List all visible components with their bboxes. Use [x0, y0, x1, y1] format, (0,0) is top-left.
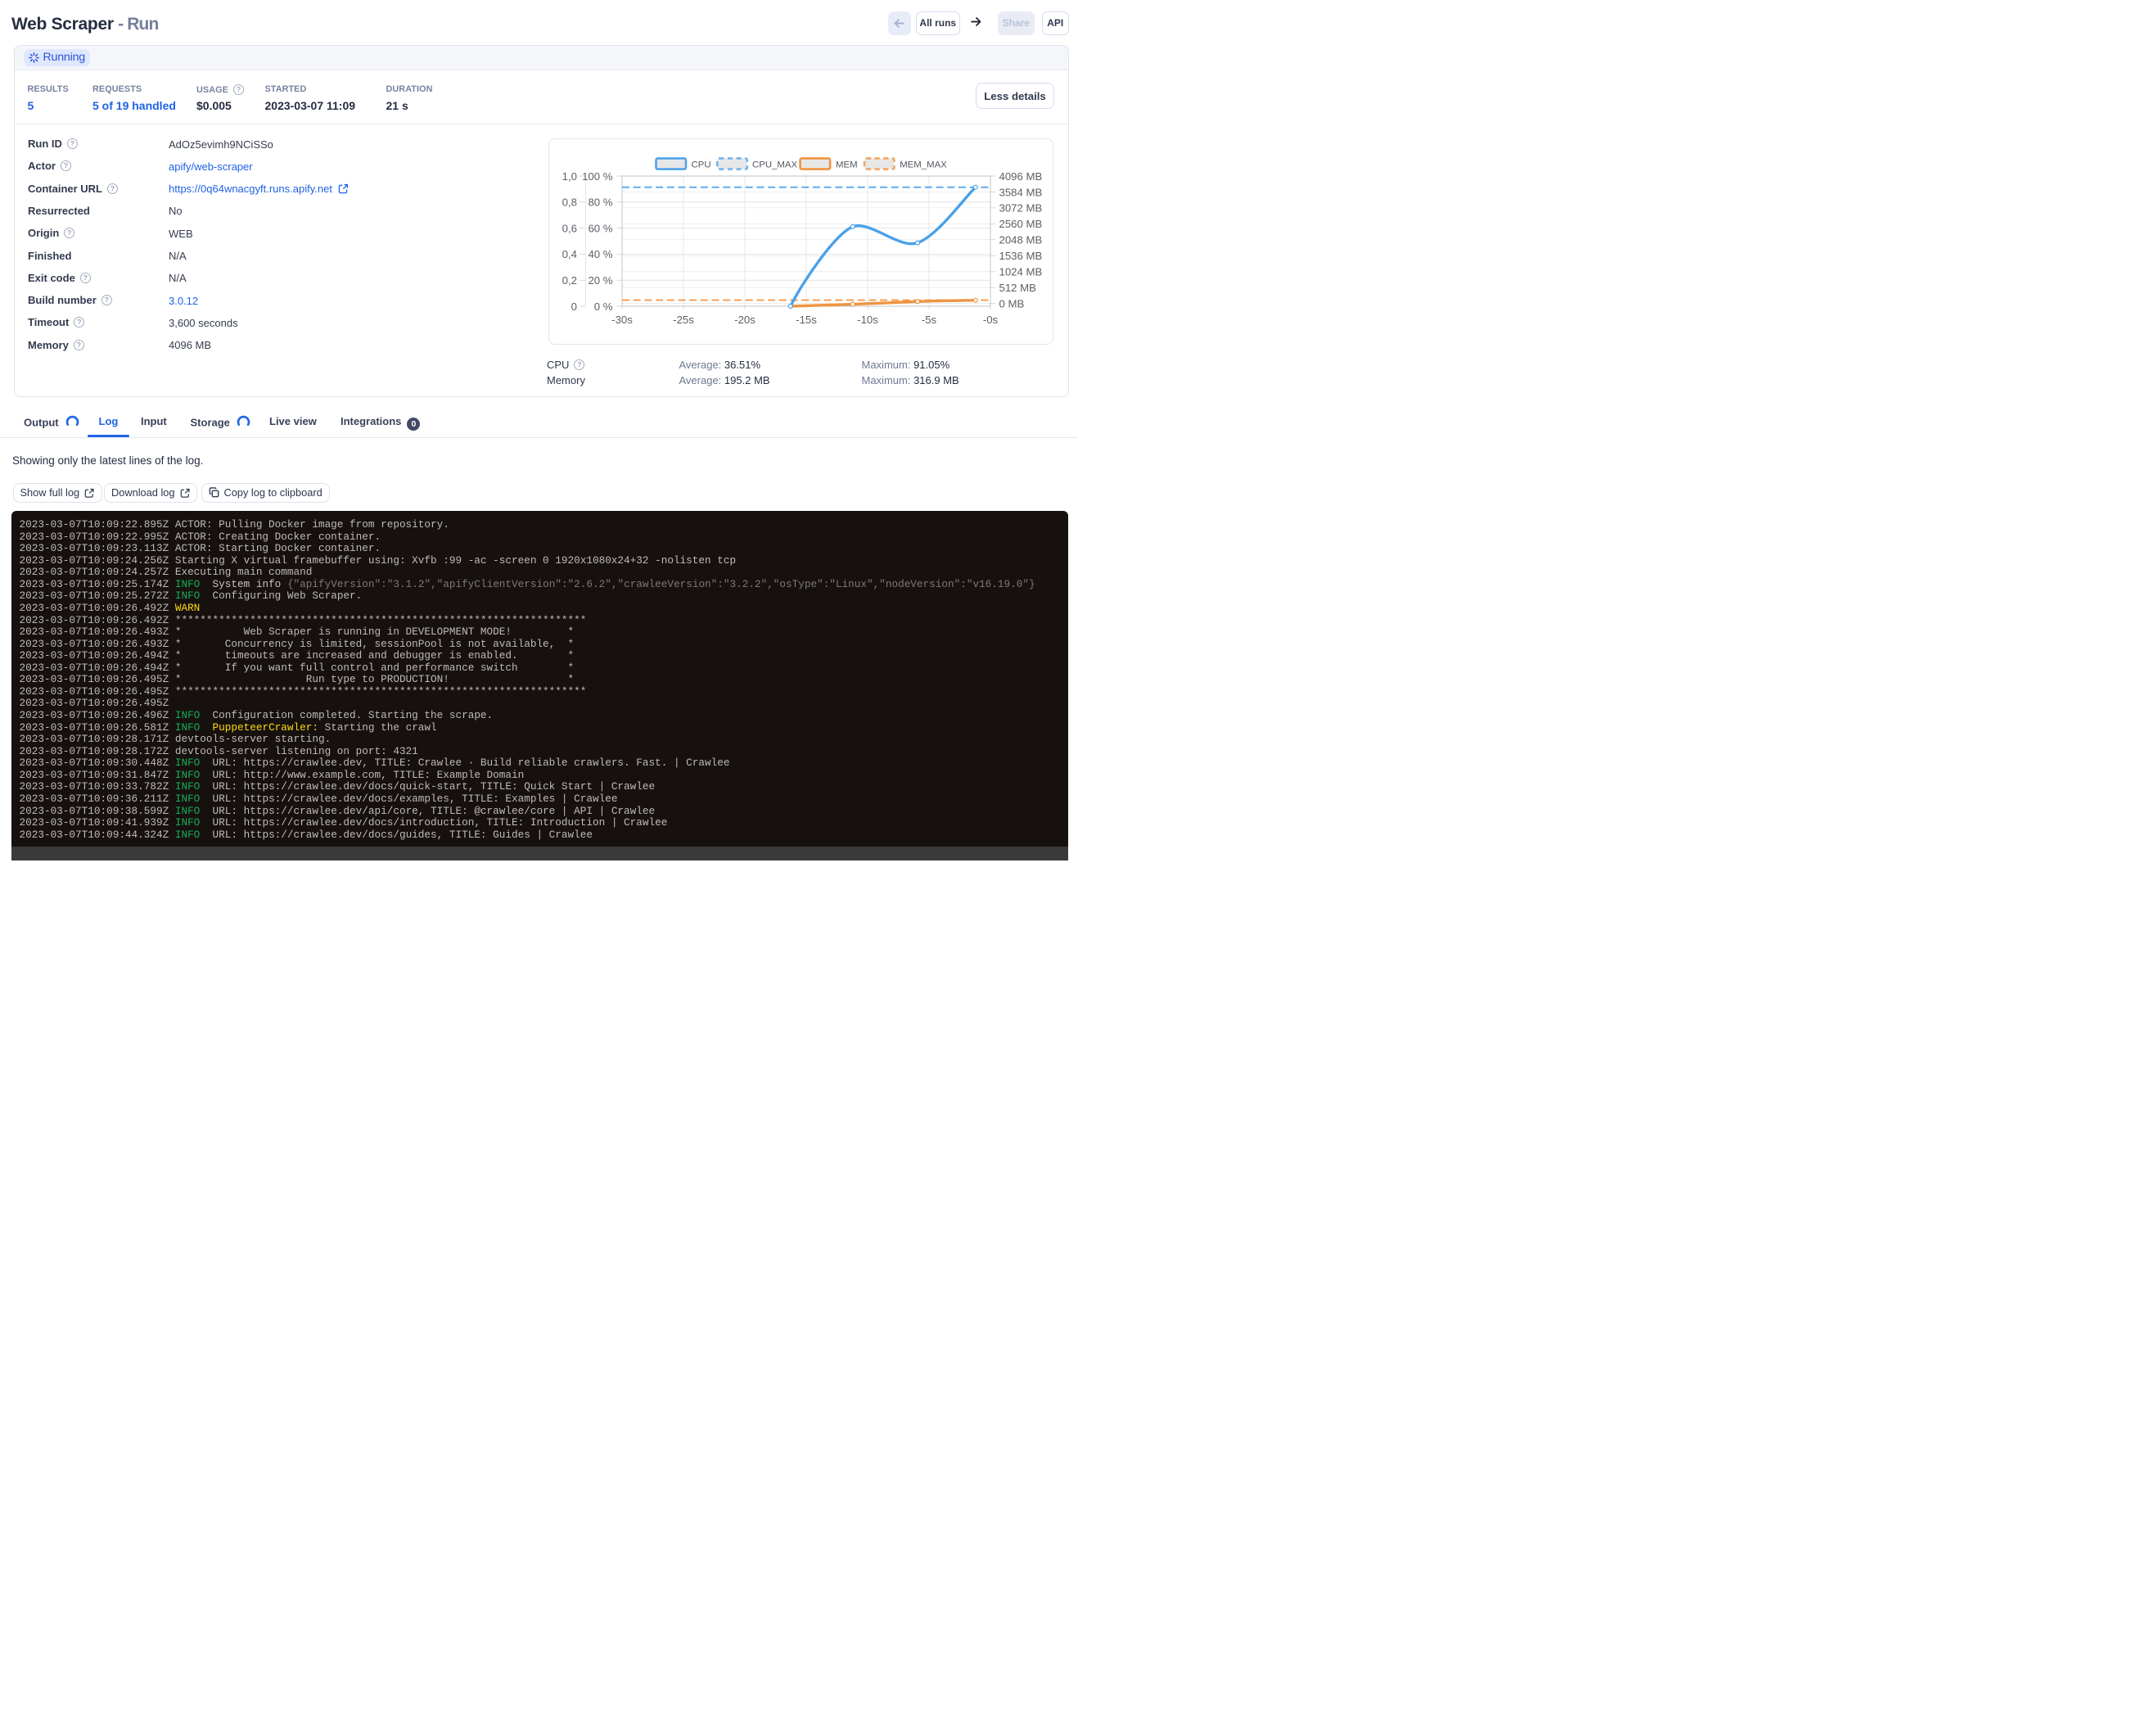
svg-text:0,6: 0,6: [562, 222, 577, 234]
svg-text:0,8: 0,8: [562, 196, 577, 209]
svg-text:CPU: CPU: [692, 160, 711, 169]
svg-text:MEM_MAX: MEM_MAX: [900, 160, 947, 169]
svg-text:3584 MB: 3584 MB: [999, 186, 1043, 198]
svg-text:1024 MB: 1024 MB: [999, 266, 1043, 278]
svg-text:40 %: 40 %: [588, 248, 612, 260]
svg-text:0,4: 0,4: [562, 248, 577, 260]
svg-text:CPU_MAX: CPU_MAX: [752, 160, 797, 169]
svg-text:512 MB: 512 MB: [999, 282, 1037, 294]
svg-text:-5s: -5s: [922, 314, 937, 326]
svg-text:0: 0: [571, 300, 577, 313]
svg-text:0 %: 0 %: [594, 300, 613, 313]
svg-text:80 %: 80 %: [588, 196, 612, 209]
svg-text:0 MB: 0 MB: [999, 298, 1025, 310]
svg-text:2048 MB: 2048 MB: [999, 234, 1043, 246]
svg-text:-0s: -0s: [983, 314, 999, 326]
svg-text:-30s: -30s: [611, 314, 633, 326]
svg-text:-25s: -25s: [673, 314, 694, 326]
svg-text:MEM: MEM: [836, 160, 858, 169]
svg-text:-15s: -15s: [796, 314, 817, 326]
svg-text:20 %: 20 %: [588, 274, 612, 287]
svg-text:1,0: 1,0: [562, 170, 577, 183]
svg-text:100 %: 100 %: [582, 170, 613, 183]
svg-text:-10s: -10s: [857, 314, 878, 326]
svg-text:60 %: 60 %: [588, 222, 612, 234]
svg-text:3072 MB: 3072 MB: [999, 202, 1043, 215]
svg-text:0,2: 0,2: [562, 274, 577, 287]
svg-text:4096 MB: 4096 MB: [999, 170, 1043, 183]
svg-text:2560 MB: 2560 MB: [999, 218, 1043, 230]
svg-text:-20s: -20s: [734, 314, 756, 326]
svg-text:1536 MB: 1536 MB: [999, 250, 1043, 262]
